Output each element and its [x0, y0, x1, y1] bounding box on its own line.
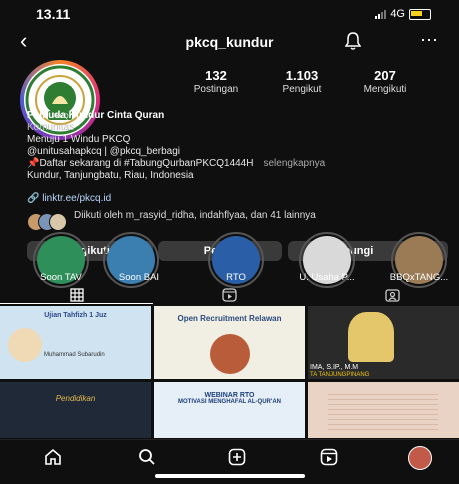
- network-status: 4G: [375, 8, 431, 20]
- post-subtitle: MOTIVASI MENGHAFAL AL-QUR'AN: [178, 399, 281, 405]
- profile-bio: Pemuda Kundur Cinta Quran Komunitas Menu…: [27, 110, 447, 182]
- search-icon[interactable]: [138, 448, 156, 471]
- bio-line: Kundur, Tanjungbatu, Riau, Indonesia: [27, 170, 194, 181]
- post-title: Open Recruitment Relawan: [177, 314, 282, 323]
- grid-tab-icon[interactable]: [70, 288, 84, 307]
- profile-name: Pemuda Kundur Cinta Quran: [27, 110, 165, 121]
- profile-avatar-icon[interactable]: [408, 446, 432, 470]
- stat-followers-label: Pengikut: [282, 84, 322, 95]
- more-options-icon[interactable]: ⋯: [420, 30, 439, 51]
- mutual-avatars: [27, 211, 67, 231]
- stat-following[interactable]: 207 Mengikuti: [345, 68, 425, 95]
- profile-link[interactable]: 🔗 linktr.ee/pkcq.id: [27, 193, 111, 204]
- highlight-label: BBQxTANG...: [389, 272, 449, 283]
- network-label: 4G: [390, 8, 405, 20]
- highlight-label: Soon BAI: [118, 272, 160, 283]
- stat-following-value: 207: [374, 68, 396, 83]
- reels-icon[interactable]: [320, 448, 338, 471]
- active-tab-indicator: [0, 303, 153, 304]
- notification-bell-icon[interactable]: [344, 32, 362, 55]
- reels-tab-icon[interactable]: [222, 288, 237, 307]
- create-post-icon[interactable]: [228, 448, 246, 471]
- tagged-tab-icon[interactable]: [385, 288, 400, 307]
- battery-icon: [409, 8, 431, 20]
- post-table-image: [328, 390, 438, 434]
- stat-posts-label: Postingan: [193, 84, 239, 95]
- post-thumbnail[interactable]: Pendidikan: [0, 382, 151, 438]
- mutual-avatar: [49, 213, 67, 231]
- profile-username: pkcq_kundur: [185, 34, 274, 50]
- bio-line: 📌Daftar sekarang di #TabungQurbanPKCQ144…: [27, 158, 254, 169]
- home-icon[interactable]: [44, 448, 62, 470]
- post-thumbnail[interactable]: IMA, S.IP., M.M TA TANJUNGPINANG: [308, 306, 459, 379]
- more-link[interactable]: selengkapnya: [263, 158, 325, 169]
- post-subtitle: Muhammad Subarudin: [44, 352, 105, 358]
- profile-link-text[interactable]: linktr.ee/pkcq.id: [42, 193, 111, 204]
- post-title: WEBINAR RTO: [204, 392, 255, 399]
- post-title: IMA, S.IP., M.M: [310, 364, 359, 371]
- post-thumbnail[interactable]: [308, 382, 459, 438]
- highlight-label: RTO: [226, 272, 246, 283]
- stat-followers[interactable]: 1.103 Pengikut: [262, 68, 342, 95]
- profile-category: Komunitas: [27, 122, 75, 133]
- stat-followers-value: 1.103: [285, 68, 319, 83]
- post-photo: [348, 312, 394, 362]
- signal-icon: [375, 9, 387, 19]
- status-time: 13.11: [36, 6, 71, 22]
- post-subtitle: TA TANJUNGPINANG: [310, 372, 370, 378]
- highlight-label: Soon TAV: [40, 272, 82, 283]
- post-thumbnail[interactable]: WEBINAR RTO MOTIVASI MENGHAFAL AL-QUR'AN: [154, 382, 305, 438]
- stat-posts-value: 132: [205, 68, 227, 83]
- status-bar: 13.11 4G: [0, 0, 459, 26]
- bio-line: @unitusahapkcq | @pkcq_berbagi: [27, 146, 180, 157]
- stat-posts[interactable]: 132 Postingan: [176, 68, 256, 95]
- bio-line: Menuju 1 Windu PKCQ: [27, 134, 131, 145]
- post-photo: [8, 328, 42, 362]
- link-icon: 🔗: [27, 193, 40, 204]
- post-thumbnail[interactable]: Ujian Tahfizh 1 Juz Muhammad Subarudin: [0, 306, 151, 379]
- post-photo: [210, 334, 250, 374]
- post-thumbnail[interactable]: Open Recruitment Relawan: [154, 306, 305, 379]
- highlight-label: U. Usaha P...: [299, 272, 355, 283]
- followed-by-text[interactable]: Diikuti oleh m_rasyid_ridha, indahflyaa,…: [74, 210, 404, 222]
- stat-following-label: Mengikuti: [363, 84, 407, 95]
- post-title: Pendidikan: [55, 394, 96, 403]
- home-indicator: [155, 474, 305, 478]
- post-title: Ujian Tahfizh 1 Juz: [44, 312, 107, 319]
